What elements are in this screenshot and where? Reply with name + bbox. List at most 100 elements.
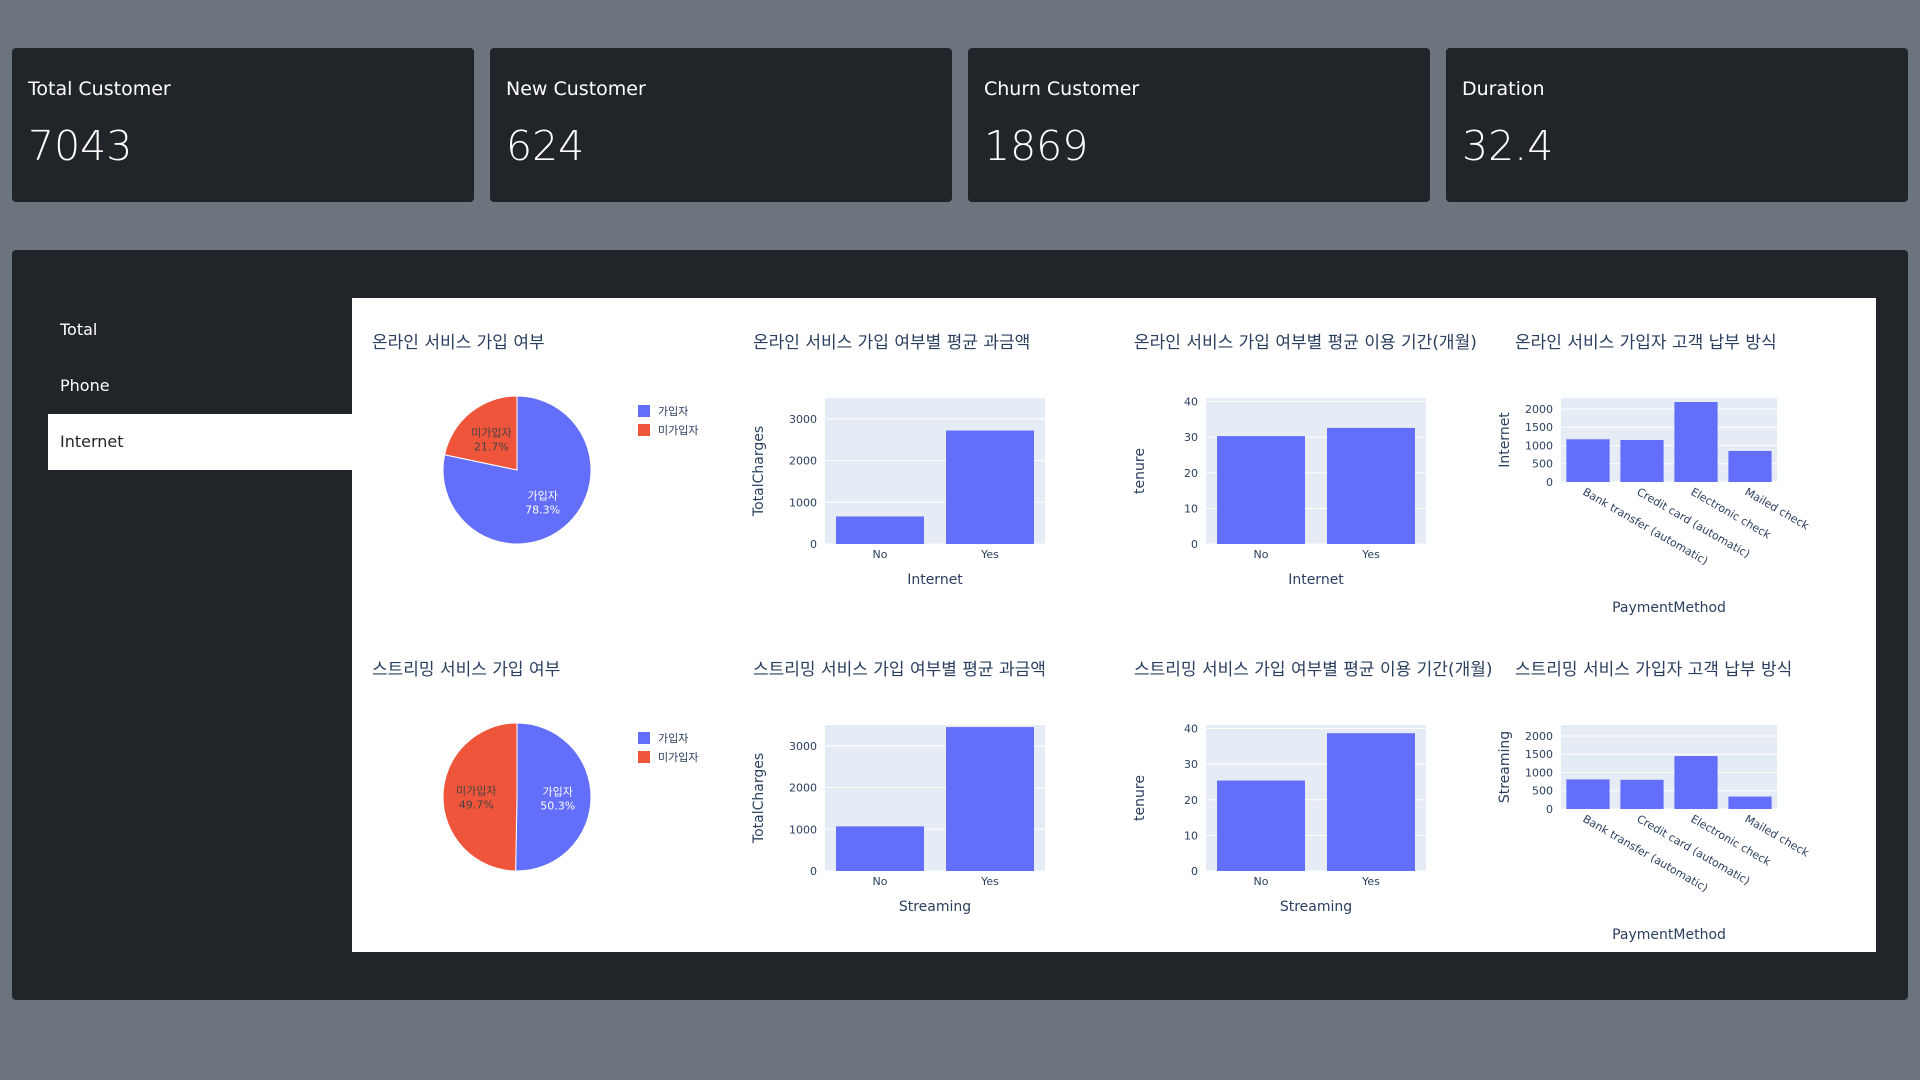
x-tick-label: Yes bbox=[1361, 875, 1380, 888]
pie-label-name: 미가입자 bbox=[456, 785, 496, 798]
x-axis-title: PaymentMethod bbox=[1612, 927, 1726, 943]
y-axis-title: tenure bbox=[1132, 775, 1148, 821]
x-axis-title: PaymentMethod bbox=[1612, 600, 1726, 616]
y-tick-label: 1000 bbox=[1525, 766, 1553, 779]
y-axis-title: TotalCharges bbox=[751, 753, 767, 844]
pie-chart: 가입자78.3%미가입자21.7%가입자미가입자 bbox=[442, 395, 698, 545]
kpi-value: 624 bbox=[506, 122, 585, 170]
y-tick-label: 2000 bbox=[1525, 403, 1553, 416]
x-tick-label: Yes bbox=[1361, 548, 1380, 561]
y-tick-label: 0 bbox=[810, 865, 817, 878]
pie-label-percent: 49.7% bbox=[459, 799, 494, 812]
y-tick-label: 2000 bbox=[789, 782, 817, 795]
x-axis-title: Streaming bbox=[899, 899, 971, 915]
kpi-value: 32.4 bbox=[1462, 122, 1554, 170]
pie-chart: 가입자50.3%미가입자49.7%가입자미가입자 bbox=[442, 722, 698, 872]
bar-electronic-check bbox=[1674, 756, 1718, 809]
bar-yes bbox=[1327, 733, 1415, 871]
pie-label-name: 미가입자 bbox=[471, 426, 511, 439]
bar-yes bbox=[946, 727, 1034, 871]
y-tick-label: 1500 bbox=[1525, 421, 1553, 434]
legend-label: 가입자 bbox=[658, 732, 688, 745]
y-tick-label: 30 bbox=[1184, 431, 1198, 444]
x-tick-label: No bbox=[873, 875, 888, 888]
nav-item-total[interactable]: Total bbox=[48, 302, 352, 358]
chart-cell-streaming-charges-bar: 스트리밍 서비스 가입 여부별 평균 과금액 0 1000 2000 3000 No Ye… bbox=[733, 625, 1114, 952]
nav-item-internet[interactable]: Internet bbox=[48, 414, 352, 470]
legend-swatch bbox=[638, 751, 650, 763]
y-tick-label: 10 bbox=[1184, 829, 1198, 842]
legend-swatch bbox=[638, 424, 650, 436]
y-tick-label: 500 bbox=[1532, 458, 1553, 471]
x-axis-title: Internet bbox=[1288, 572, 1344, 588]
bar-yes bbox=[946, 430, 1034, 544]
kpi-label: Churn Customer bbox=[984, 78, 1140, 100]
bar-bank-transfer-automatic- bbox=[1566, 439, 1610, 482]
kpi-card-total-customer: Total Customer 7043 bbox=[12, 48, 474, 202]
y-tick-label: 20 bbox=[1184, 467, 1198, 480]
bar-chart: 0500100015002000Bank transfer (automatic… bbox=[1497, 398, 1812, 616]
chart-cell-online-payment-bar: 온라인 서비스 가입자 고객 납부 방식 0 500 1000 1500 2000 Ban… bbox=[1495, 298, 1876, 625]
bar-bank-transfer-automatic- bbox=[1566, 779, 1610, 809]
pie-label-percent: 78.3% bbox=[525, 504, 560, 517]
y-tick-label: 1000 bbox=[1525, 439, 1553, 452]
bar-chart: 0 1000 2000 3000 No Yes Internet TotalCharges bbox=[751, 398, 1045, 588]
y-tick-label: 20 bbox=[1184, 794, 1198, 807]
bar-mailed-check bbox=[1728, 450, 1772, 482]
bar-no bbox=[836, 826, 924, 871]
bar-no bbox=[1217, 436, 1305, 544]
bar-chart: 0 10 20 30 40 No Yes Internet tenure bbox=[1132, 396, 1426, 588]
y-tick-label: 500 bbox=[1532, 785, 1553, 798]
bar-mailed-check bbox=[1728, 796, 1772, 809]
y-axis-title: TotalCharges bbox=[751, 426, 767, 517]
x-tick-label: Yes bbox=[980, 875, 999, 888]
chart-cell-streaming-payment-bar: 스트리밍 서비스 가입자 고객 납부 방식 0 500 1000 1500 2000 Ba… bbox=[1495, 625, 1876, 952]
pie-label-name: 가입자 bbox=[543, 785, 573, 798]
x-tick-label: No bbox=[1254, 548, 1269, 561]
y-tick-label: 10 bbox=[1184, 502, 1198, 515]
x-tick-label: No bbox=[1254, 875, 1269, 888]
bar-chart: 0500100015002000Bank transfer (automatic… bbox=[1497, 725, 1812, 943]
legend-label: 미가입자 bbox=[658, 424, 698, 437]
y-tick-label: 0 bbox=[1191, 538, 1198, 551]
kpi-value: 7043 bbox=[28, 122, 133, 170]
pie-label-name: 가입자 bbox=[527, 490, 557, 503]
y-tick-label: 1000 bbox=[789, 823, 817, 836]
y-tick-label: 2000 bbox=[789, 455, 817, 468]
x-axis-title: Streaming bbox=[1280, 899, 1352, 915]
bar-no bbox=[1217, 780, 1305, 871]
legend-swatch bbox=[638, 732, 650, 744]
sidebar-nav: Total Phone Internet bbox=[48, 302, 352, 470]
chart-cell-online-tenure-bar: 온라인 서비스 가입 여부별 평균 이용 기간(개월) 0 10 20 30 40 No Y… bbox=[1114, 298, 1495, 625]
kpi-card-duration: Duration 32.4 bbox=[1446, 48, 1908, 202]
kpi-card-new-customer: New Customer 624 bbox=[490, 48, 952, 202]
y-tick-label: 2000 bbox=[1525, 730, 1553, 743]
y-tick-label: 0 bbox=[1546, 803, 1553, 816]
kpi-label: Duration bbox=[1462, 78, 1545, 100]
y-tick-label: 0 bbox=[810, 538, 817, 551]
legend-label: 가입자 bbox=[658, 405, 688, 418]
bar-electronic-check bbox=[1674, 402, 1718, 482]
y-tick-label: 0 bbox=[1546, 476, 1553, 489]
x-tick-label: Yes bbox=[980, 548, 999, 561]
nav-item-phone[interactable]: Phone bbox=[48, 358, 352, 414]
kpi-label: New Customer bbox=[506, 78, 646, 100]
y-tick-label: 3000 bbox=[789, 413, 817, 426]
chart-cell-streaming-tenure-bar: 스트리밍 서비스 가입 여부별 평균 이용 기간(개월) 0 10 20 30 40 No… bbox=[1114, 625, 1495, 952]
y-tick-label: 30 bbox=[1184, 758, 1198, 771]
kpi-label: Total Customer bbox=[28, 78, 171, 100]
pie-label-percent: 50.3% bbox=[540, 799, 575, 812]
chart-cell-streaming-subscription-pie: 스트리밍 서비스 가입 여부 가입자 50.3% 미가입자 49.7% 가입자 미가입자 bbox=[352, 625, 733, 952]
bar-chart: 0 10 20 30 40 No Yes Streaming tenure bbox=[1132, 723, 1426, 915]
y-axis-title: Internet bbox=[1497, 412, 1513, 468]
bar-credit-card-automatic- bbox=[1620, 440, 1664, 482]
chart-grid: 온라인 서비스 가입 여부 가입자 78.3% 미가입자 21.7% 가입자 미가입자 온… bbox=[352, 298, 1876, 952]
y-tick-label: 1000 bbox=[789, 496, 817, 509]
bar-credit-card-automatic- bbox=[1620, 779, 1664, 809]
legend-swatch bbox=[638, 405, 650, 417]
y-tick-label: 3000 bbox=[789, 740, 817, 753]
x-tick-label: No bbox=[873, 548, 888, 561]
y-tick-label: 0 bbox=[1191, 865, 1198, 878]
kpi-value: 1869 bbox=[984, 122, 1089, 170]
bar-no bbox=[836, 516, 924, 544]
